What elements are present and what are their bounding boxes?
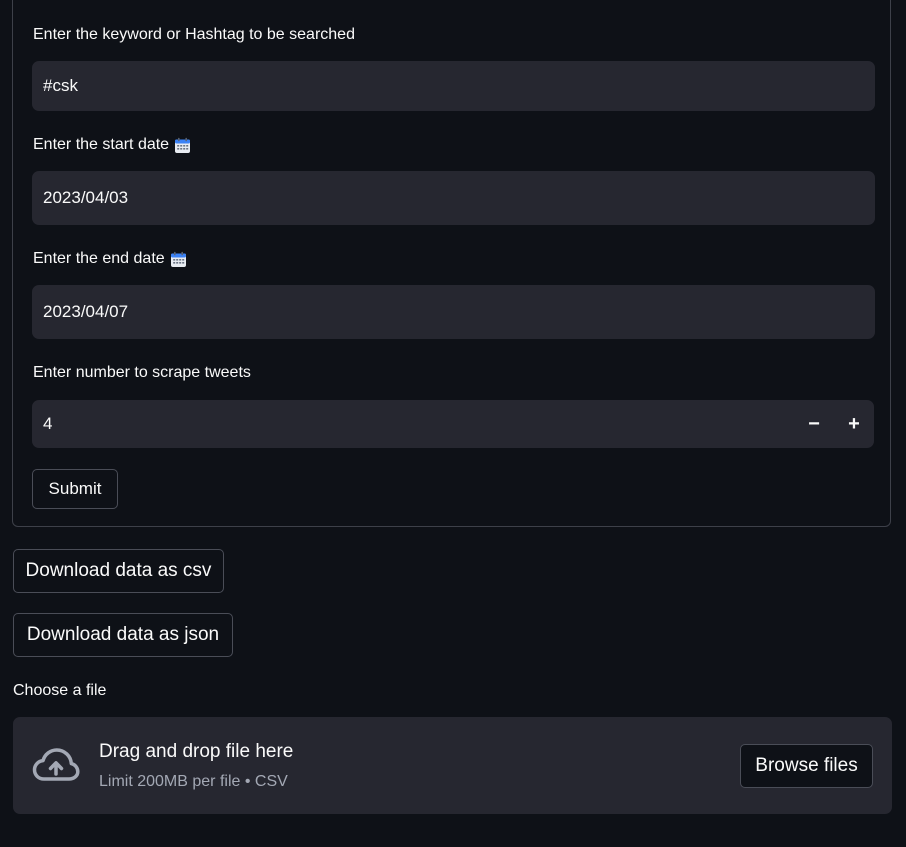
keyword-input[interactable]: #csk: [32, 61, 875, 111]
start-date-input[interactable]: 2023/04/03: [32, 171, 875, 225]
download-csv-button[interactable]: Download data as csv: [13, 549, 224, 593]
file-uploader-label: Choose a file: [13, 682, 106, 700]
end-date-input[interactable]: 2023/04/07: [32, 285, 875, 339]
browse-files-button[interactable]: Browse files: [740, 744, 873, 788]
count-label-text: Enter number to scrape tweets: [33, 364, 251, 381]
keyword-label: Enter the keyword or Hashtag to be searc…: [33, 26, 355, 44]
file-uploader-label-text: Choose a file: [13, 682, 107, 699]
download-json-button[interactable]: Download data as json: [13, 613, 233, 657]
submit-button-label: Submit: [48, 479, 102, 498]
download-csv-label: Download data as csv: [25, 560, 212, 581]
download-json-label: Download data as json: [26, 624, 220, 645]
start-date-label: Enter the start date: [33, 136, 191, 154]
cloud-upload-icon: [32, 747, 80, 788]
start-date-value: 2023/04/03: [43, 188, 129, 207]
browse-files-label: Browse files: [755, 755, 858, 776]
calendar-icon: [170, 251, 186, 267]
start-date-label-text: Enter the start date: [33, 136, 170, 153]
end-date-value: 2023/04/07: [43, 302, 129, 321]
increment-button[interactable]: +: [834, 400, 874, 448]
end-date-label-text: Enter the end date: [33, 250, 165, 267]
app-page: Enter the keyword or Hashtag to be searc…: [0, 0, 906, 847]
decrement-button[interactable]: −: [794, 400, 834, 448]
calendar-icon: [174, 137, 191, 153]
submit-button[interactable]: Submit: [32, 469, 118, 509]
count-label: Enter number to scrape tweets: [33, 364, 251, 382]
file-dropzone[interactable]: Drag and drop file here Limit 200MB per …: [13, 717, 892, 814]
end-date-label: Enter the end date: [33, 250, 186, 268]
count-number-input[interactable]: 4 − +: [32, 400, 874, 448]
dropzone-title: Drag and drop file here: [99, 741, 294, 762]
keyword-label-text: Enter the keyword or Hashtag to be searc…: [33, 26, 355, 43]
count-value: 4: [43, 414, 53, 433]
dropzone-subtitle: Limit 200MB per file • CSV: [99, 773, 288, 790]
keyword-input-value: #csk: [43, 76, 78, 95]
